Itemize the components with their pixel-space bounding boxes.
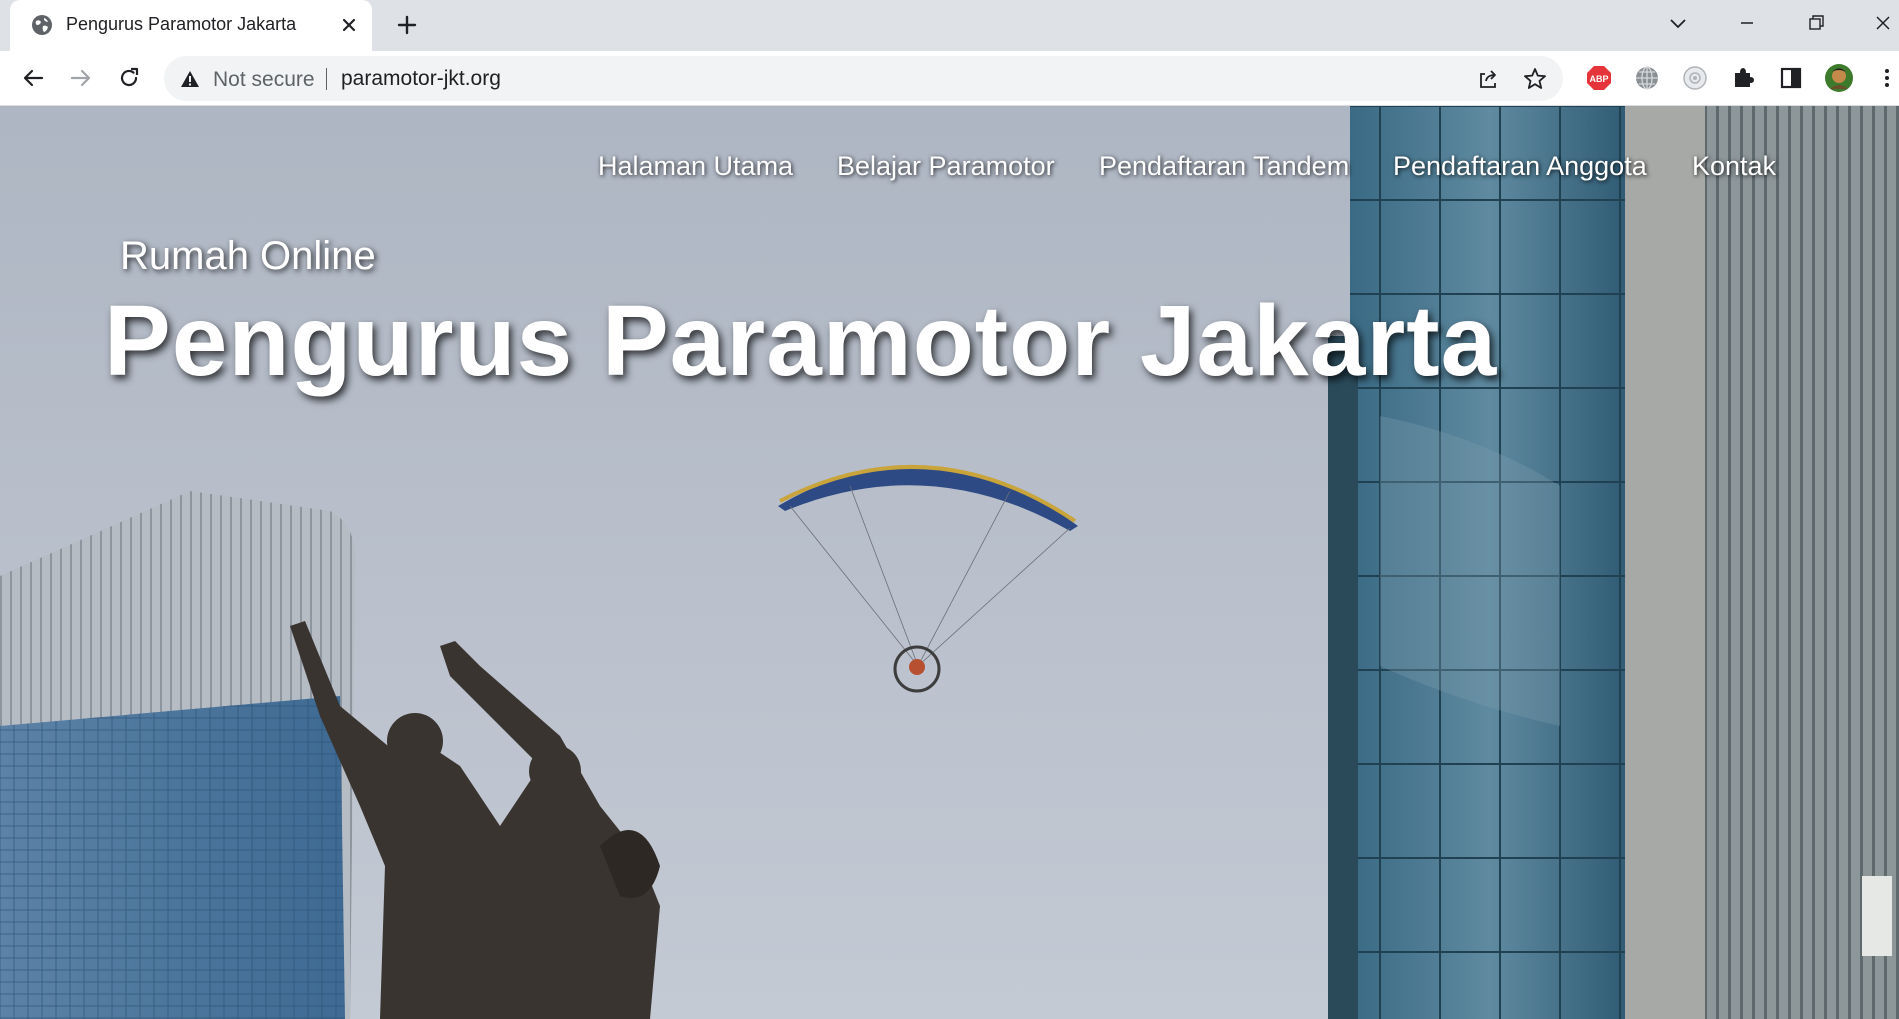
browser-toolbar: Not secure paramotor-jkt.org ABP [0, 51, 1899, 106]
side-panel-icon[interactable] [1776, 63, 1806, 93]
nav-belajar-paramotor[interactable]: Belajar Paramotor [837, 151, 1055, 182]
close-window-icon[interactable] [1868, 8, 1898, 38]
omnibox-divider [326, 68, 327, 90]
nav-halaman-utama[interactable]: Halaman Utama [598, 151, 793, 182]
tab-search-chevron-icon[interactable] [1663, 8, 1693, 38]
url-text[interactable]: paramotor-jkt.org [341, 67, 501, 91]
minimize-icon[interactable] [1732, 8, 1762, 38]
hero-subtitle: Rumah Online [120, 234, 376, 278]
back-arrow-icon[interactable] [18, 63, 48, 93]
warning-triangle-icon[interactable] [179, 68, 201, 90]
chrome-menu-icon[interactable] [1872, 63, 1899, 93]
adblock-plus-icon[interactable]: ABP [1584, 63, 1614, 93]
bookmark-star-icon[interactable] [1522, 66, 1548, 92]
reload-icon[interactable] [114, 63, 144, 93]
nav-pendaftaran-tandem[interactable]: Pendaftaran Tandem [1099, 151, 1349, 182]
browser-tab[interactable]: Pengurus Paramotor Jakarta [10, 0, 372, 51]
new-tab-plus-icon[interactable] [392, 10, 422, 40]
forward-arrow-icon[interactable] [66, 63, 96, 93]
globe-extension-icon[interactable] [1632, 63, 1662, 93]
tab-strip: Pengurus Paramotor Jakarta [0, 0, 1899, 51]
camera-extension-icon[interactable] [1680, 63, 1710, 93]
share-icon[interactable] [1475, 66, 1501, 92]
profile-avatar[interactable] [1824, 63, 1854, 93]
puzzle-icon[interactable] [1728, 63, 1758, 93]
web-page: Halaman Utama Belajar Paramotor Pendafta… [0, 106, 1899, 1019]
tab-title: Pengurus Paramotor Jakarta [66, 14, 297, 34]
restore-icon[interactable] [1801, 8, 1831, 38]
nav-kontak[interactable]: Kontak [1692, 151, 1776, 182]
nav-pendaftaran-anggota[interactable]: Pendaftaran Anggota [1393, 151, 1647, 182]
security-label[interactable]: Not secure [213, 68, 315, 92]
globe-favicon-icon [32, 15, 52, 35]
address-bar[interactable]: Not secure paramotor-jkt.org [164, 56, 1563, 101]
close-tab-icon[interactable] [336, 12, 362, 38]
hero-title: Pengurus Paramotor Jakarta [104, 285, 1498, 397]
svg-text:ABP: ABP [1589, 74, 1608, 84]
